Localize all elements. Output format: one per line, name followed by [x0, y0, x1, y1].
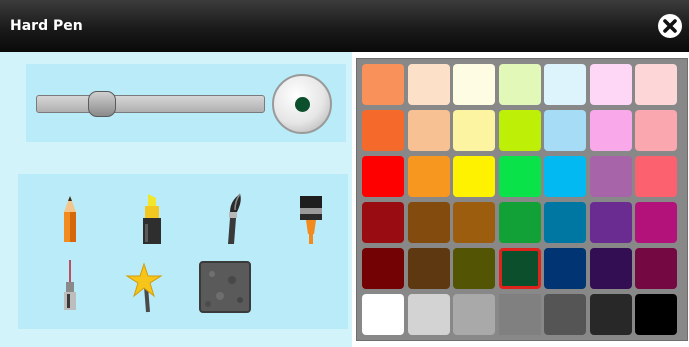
color-swatch[interactable]	[635, 248, 677, 289]
color-swatch[interactable]	[453, 294, 495, 335]
color-swatch[interactable]	[635, 202, 677, 243]
color-swatch[interactable]	[635, 110, 677, 151]
color-swatch[interactable]	[635, 294, 677, 335]
color-swatch[interactable]	[407, 294, 450, 335]
tool-fountain-pen[interactable]	[42, 256, 98, 312]
color-swatch[interactable]	[407, 64, 450, 105]
pencil-icon	[64, 196, 76, 242]
color-swatch[interactable]	[498, 156, 541, 197]
color-swatch[interactable]	[589, 156, 632, 197]
color-swatch[interactable]	[453, 202, 495, 243]
color-swatch[interactable]	[589, 202, 632, 243]
color-swatch[interactable]	[498, 202, 541, 243]
color-swatch[interactable]	[498, 248, 541, 289]
tool-wide-brush[interactable]	[284, 190, 340, 246]
color-palette	[356, 58, 688, 341]
color-swatch[interactable]	[362, 248, 404, 289]
color-swatch[interactable]	[453, 156, 495, 197]
close-icon	[663, 19, 677, 33]
color-swatch[interactable]	[498, 110, 541, 151]
color-swatch[interactable]	[407, 110, 450, 151]
paintbrush-icon	[228, 193, 241, 244]
color-swatch[interactable]	[407, 156, 450, 197]
close-button[interactable]	[658, 14, 682, 38]
color-swatch[interactable]	[362, 64, 404, 105]
brush-settings-panel	[0, 52, 352, 347]
texture-icon	[199, 261, 251, 313]
color-swatch[interactable]	[407, 202, 450, 243]
brush-size-section	[26, 64, 346, 142]
brush-size-slider-track[interactable]	[36, 95, 265, 113]
fountain-pen-icon	[64, 260, 76, 310]
tool-pencil[interactable]	[42, 190, 98, 246]
color-swatch[interactable]	[544, 202, 586, 243]
color-swatch[interactable]	[362, 294, 404, 335]
color-swatch[interactable]	[498, 64, 541, 105]
color-swatch[interactable]	[453, 64, 495, 105]
color-swatch[interactable]	[589, 248, 632, 289]
brush-size-preview	[272, 74, 332, 134]
color-swatch[interactable]	[635, 64, 677, 105]
window-title: Hard Pen	[10, 18, 83, 34]
color-swatch[interactable]	[544, 64, 586, 105]
color-swatch[interactable]	[362, 110, 404, 151]
wide-brush-icon	[300, 196, 322, 244]
highlighter-icon	[143, 194, 161, 244]
color-swatch[interactable]	[453, 248, 495, 289]
color-swatch[interactable]	[589, 294, 632, 335]
color-swatch[interactable]	[589, 110, 632, 151]
brush-size-preview-dot	[295, 97, 310, 112]
title-bar: Hard Pen	[0, 0, 689, 52]
tool-texture[interactable]	[198, 260, 254, 316]
color-swatch[interactable]	[544, 294, 586, 335]
color-swatch[interactable]	[544, 110, 586, 151]
star-wand-icon	[125, 262, 163, 313]
color-swatch[interactable]	[498, 294, 541, 335]
tool-star-wand[interactable]	[116, 258, 172, 314]
tool-highlighter[interactable]	[124, 190, 180, 246]
color-swatch[interactable]	[589, 64, 632, 105]
color-swatch[interactable]	[544, 248, 586, 289]
color-swatch[interactable]	[362, 202, 404, 243]
color-swatch[interactable]	[635, 156, 677, 197]
tool-selector	[18, 174, 348, 329]
tool-paintbrush[interactable]	[204, 190, 260, 246]
color-swatch[interactable]	[453, 110, 495, 151]
color-swatch[interactable]	[544, 156, 586, 197]
color-swatch[interactable]	[362, 156, 404, 197]
brush-size-slider-thumb[interactable]	[88, 91, 117, 117]
color-swatch[interactable]	[407, 248, 450, 289]
